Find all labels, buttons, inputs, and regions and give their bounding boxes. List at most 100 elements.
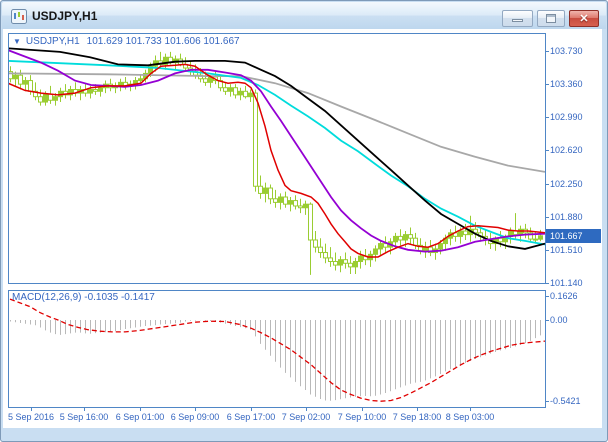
candle — [28, 80, 33, 92]
candle — [408, 234, 413, 239]
chevron-down-icon[interactable]: ▼ — [13, 37, 21, 46]
close-button[interactable]: ✕ — [569, 10, 599, 27]
candle — [373, 248, 378, 255]
candle — [298, 205, 303, 209]
candle — [393, 235, 398, 243]
candle — [413, 237, 418, 246]
time-axis-label: 7 Sep 02:00 — [281, 412, 331, 422]
price-axis-label: 101.510 — [550, 244, 583, 255]
candle — [18, 74, 23, 85]
price-axis-tick — [546, 150, 549, 152]
candle — [518, 228, 523, 236]
price-axis-tick — [546, 282, 549, 284]
time-axis-tick — [31, 407, 32, 411]
candle — [313, 239, 318, 248]
candle — [338, 259, 343, 266]
minimize-icon — [512, 19, 523, 22]
candle — [328, 257, 333, 262]
ma-medium-black — [9, 47, 545, 250]
candle — [43, 93, 48, 103]
candle — [243, 90, 248, 98]
time-axis-tick — [251, 407, 252, 411]
macd-axis-label: 0.1626 — [550, 290, 578, 301]
macd-axis-tick — [546, 295, 549, 297]
candle — [498, 237, 503, 243]
title-bar[interactable]: USDJPY,H1 ✕ — [2, 2, 606, 29]
macd-axis-label: -0.5421 — [550, 395, 581, 406]
candle — [463, 230, 468, 236]
chart-symbol-label: USDJPY,H1 — [25, 36, 80, 47]
current-price-tag: 101.667 — [546, 229, 601, 243]
close-icon: ✕ — [579, 13, 589, 25]
restore-button[interactable] — [537, 10, 565, 27]
minimize-button[interactable] — [502, 10, 533, 27]
candle — [13, 74, 18, 80]
time-axis-label: 7 Sep 10:00 — [337, 412, 387, 422]
price-axis-label: 102.250 — [550, 178, 583, 189]
candle — [38, 96, 43, 103]
candle — [458, 230, 463, 237]
price-axis-label: 101.880 — [550, 211, 583, 222]
price-axis-label: 101.140 — [550, 277, 583, 288]
candle — [88, 89, 93, 94]
time-axis-tick — [470, 407, 471, 411]
candle — [98, 87, 103, 92]
chart-header: ▼ USDJPY,H1 101.629 101.733 101.606 101.66… — [13, 36, 240, 47]
candle — [263, 187, 268, 194]
current-price-value: 101.667 — [550, 231, 583, 241]
candle — [248, 92, 253, 98]
time-axis-label: 7 Sep 18:00 — [392, 412, 442, 422]
candle — [53, 96, 58, 101]
candle — [303, 203, 308, 209]
candle — [203, 78, 208, 83]
candle — [138, 78, 143, 82]
candle — [228, 87, 233, 92]
candle — [253, 92, 258, 187]
time-axis-tick — [195, 407, 196, 411]
time-axis-label: 5 Sep 16:00 — [59, 412, 109, 422]
time-axis-label: 5 Sep 2016 — [7, 412, 55, 422]
macd-chart[interactable] — [9, 291, 545, 407]
window-title: USDJPY,H1 — [32, 9, 98, 23]
price-axis-tick — [546, 183, 549, 185]
macd-axis-tick — [546, 400, 549, 402]
time-axis-tick — [140, 407, 141, 411]
candle — [438, 243, 443, 250]
candle — [333, 260, 338, 266]
macd-axis-label: 0.00 — [550, 315, 568, 325]
candle — [238, 90, 243, 96]
chart-app-icon — [11, 9, 27, 24]
candlestick-chart[interactable] — [9, 34, 545, 283]
candle — [93, 89, 98, 92]
candle — [353, 260, 358, 268]
candle — [538, 235, 543, 240]
price-axis-label: 102.990 — [550, 112, 583, 123]
price-axis-tick — [546, 216, 549, 218]
ma-fast-purple — [9, 49, 545, 253]
candle — [268, 187, 273, 200]
candle — [378, 243, 383, 250]
price-axis-label: 103.360 — [550, 79, 583, 90]
time-axis-label: 6 Sep 17:00 — [226, 412, 276, 422]
candle — [278, 196, 283, 203]
time-axis-tick — [84, 407, 85, 411]
chart-window: USDJPY,H1 ✕ ▼ USDJPY,H1 101.629 101.733 10… — [0, 0, 608, 442]
candle — [323, 252, 328, 259]
candle — [258, 185, 263, 194]
time-axis-label: 6 Sep 01:00 — [115, 412, 165, 422]
price-axis-label: 102.620 — [550, 145, 583, 156]
candle — [533, 238, 538, 241]
candle — [318, 246, 323, 254]
macd-signal-line — [9, 298, 545, 402]
candle — [308, 203, 313, 241]
chart-ohlc-values: 101.629 101.733 101.606 101.667 — [86, 36, 240, 47]
price-axis-tick — [546, 117, 549, 119]
candle — [283, 196, 288, 205]
candle — [293, 200, 298, 207]
candle — [343, 259, 348, 264]
time-axis-tick — [306, 407, 307, 411]
candle — [23, 80, 28, 85]
time-axis-label: 6 Sep 09:00 — [170, 412, 220, 422]
candle — [403, 234, 408, 241]
time-axis-tick — [417, 407, 418, 411]
